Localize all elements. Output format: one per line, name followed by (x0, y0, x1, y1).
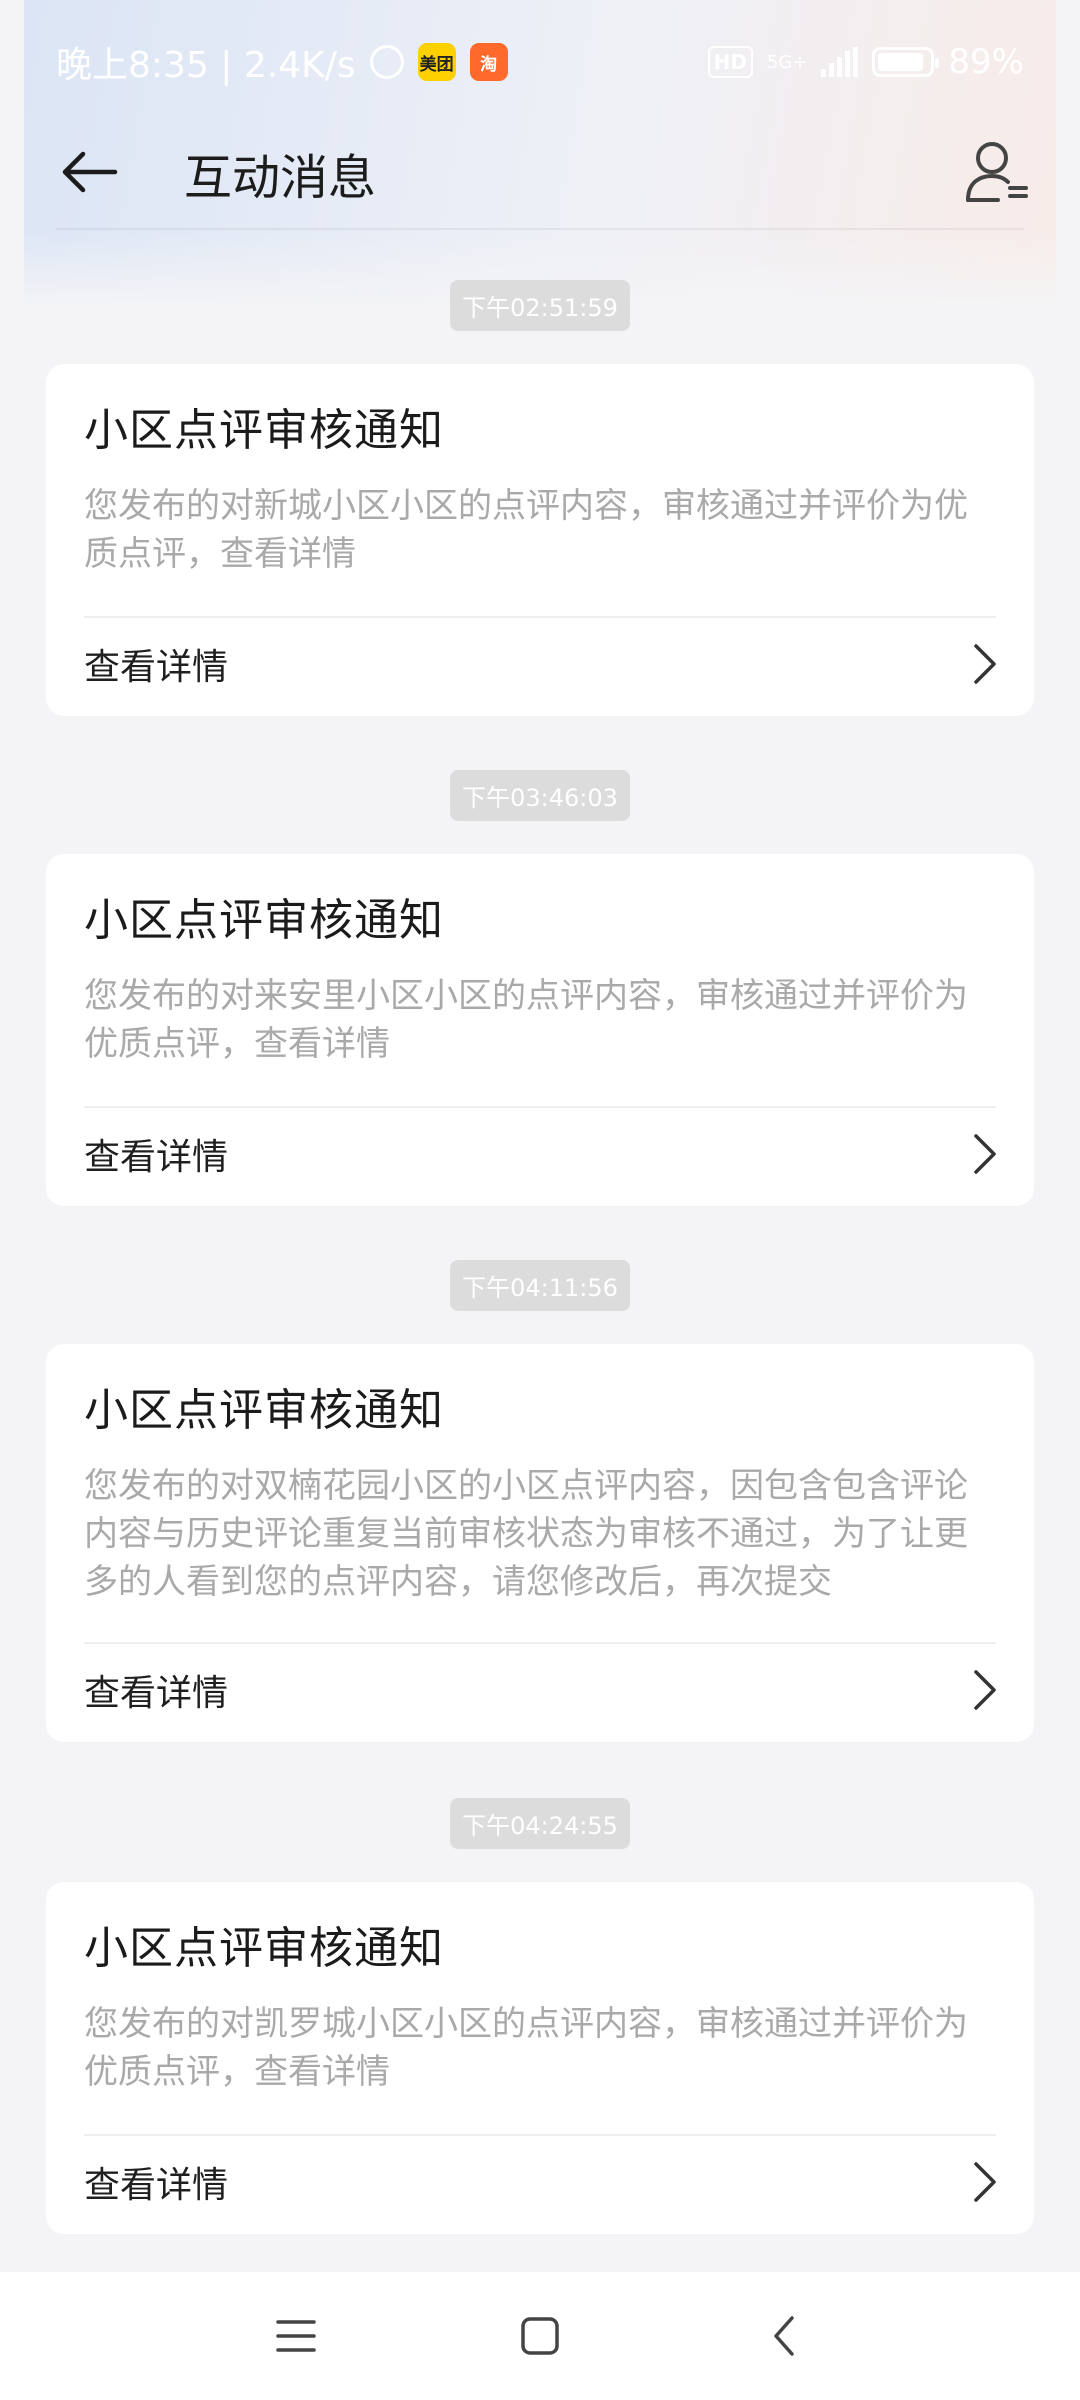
card-divider (84, 616, 996, 618)
message-title: 小区点评审核通知 (84, 895, 444, 946)
message-card: 小区点评审核通知 您发布的对凯罗城小区小区的点评内容，审核通过并评价为优质点评，… (46, 1882, 1034, 2234)
view-details-label: 查看详情 (84, 1673, 229, 1714)
home-button[interactable] (506, 2302, 574, 2370)
meituan-app-icon: 美团 (417, 43, 456, 81)
message-title: 小区点评审核通知 (84, 1385, 444, 1436)
chevron-right-icon (974, 644, 996, 684)
chevron-right-icon (974, 1670, 996, 1710)
message-body: 您发布的对凯罗城小区小区的点评内容，审核通过并评价为优质点评，查看详情 (84, 2004, 968, 2092)
recent-apps-button[interactable] (262, 2302, 330, 2370)
system-navigation-bar (0, 2272, 1080, 2400)
user-menu-button[interactable] (962, 136, 1034, 208)
network-type-label: 5G+ (766, 51, 808, 73)
card-divider (84, 1106, 996, 1108)
view-details-link[interactable]: 查看详情 (84, 1124, 1002, 1184)
battery-percent: 89% (948, 42, 1024, 82)
taobao-app-icon: 淘 (469, 43, 508, 81)
status-left: 晚上8:35 | 2.4K/s 美团 淘 (56, 36, 508, 88)
app-header: 互动消息 (0, 120, 1080, 224)
status-bar: 晚上8:35 | 2.4K/s 美团 淘 HD 5G+ 89% (56, 32, 1024, 92)
card-divider (84, 1642, 996, 1644)
card-divider (84, 2134, 996, 2136)
view-details-link[interactable]: 查看详情 (84, 1660, 1002, 1720)
status-time: 晚上8:35 | 2.4K/s (56, 45, 356, 86)
message-timestamp: 下午04:11:56 (450, 1260, 630, 1311)
signal-strength-icon (821, 47, 859, 77)
battery-level-fill (878, 53, 923, 71)
message-card: 小区点评审核通知 您发布的对来安里小区小区的点评内容，审核通过并评价为优质点评，… (46, 854, 1034, 1206)
message-timestamp: 下午04:24:55 (450, 1798, 630, 1849)
header-divider (56, 228, 1024, 230)
message-timestamp: 下午03:46:03 (450, 770, 630, 821)
message-title: 小区点评审核通知 (84, 405, 444, 456)
message-timestamp: 下午02:51:59 (450, 280, 630, 331)
view-details-label: 查看详情 (84, 2165, 229, 2206)
status-right: HD 5G+ 89% (707, 42, 1024, 82)
system-back-button[interactable] (750, 2302, 818, 2370)
view-details-link[interactable]: 查看详情 (84, 634, 1002, 694)
chevron-right-icon (974, 1134, 996, 1174)
hd-voice-icon: HD (707, 46, 753, 78)
back-icon (774, 2316, 794, 2356)
view-details-link[interactable]: 查看详情 (84, 2152, 1002, 2212)
message-body: 您发布的对来安里小区小区的点评内容，审核通过并评价为优质点评，查看详情 (84, 976, 968, 1064)
alarm-clock-icon (369, 45, 404, 79)
menu-icon (276, 2320, 316, 2352)
page-title: 互动消息 (184, 150, 377, 206)
home-icon (521, 2317, 559, 2355)
message-title: 小区点评审核通知 (84, 1923, 444, 1974)
view-details-label: 查看详情 (84, 1137, 229, 1178)
view-details-label: 查看详情 (84, 647, 229, 688)
user-menu-icon (966, 142, 1028, 202)
back-button[interactable] (56, 142, 122, 202)
arrow-left-icon (62, 151, 118, 193)
chevron-right-icon (974, 2162, 996, 2202)
message-card: 小区点评审核通知 您发布的对双楠花园小区的小区点评内容，因包含包含评论内容与历史… (46, 1344, 1034, 1742)
message-body: 您发布的对新城小区小区的点评内容，审核通过并评价为优质点评，查看详情 (84, 486, 968, 574)
message-body: 您发布的对双楠花园小区的小区点评内容，因包含包含评论内容与历史评论重复当前审核状… (84, 1466, 968, 1602)
battery-icon (872, 47, 940, 77)
message-card: 小区点评审核通知 您发布的对新城小区小区的点评内容，审核通过并评价为优质点评，查… (46, 364, 1034, 716)
